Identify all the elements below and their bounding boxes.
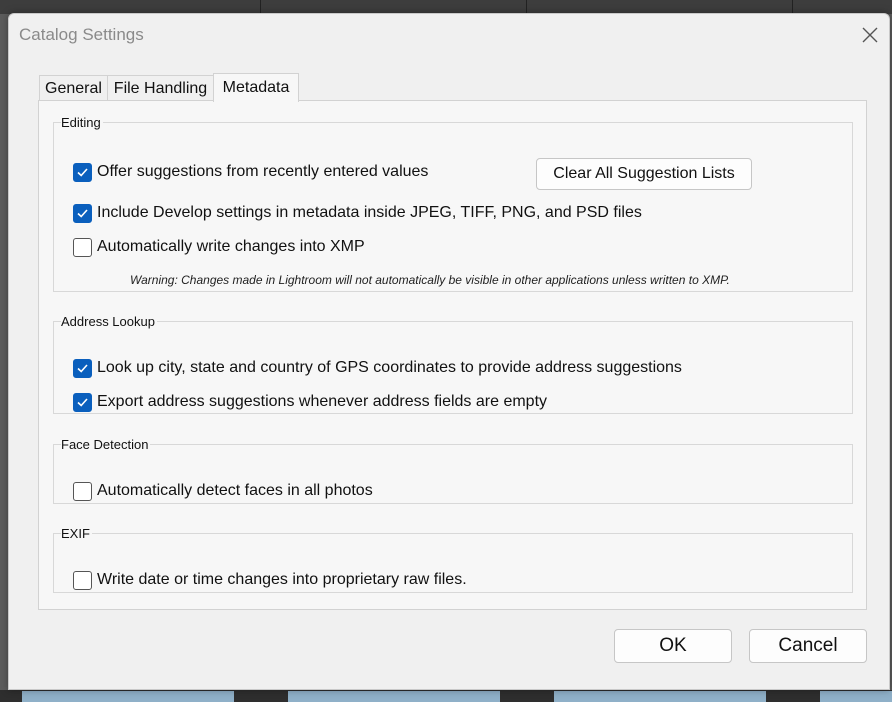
exif-legend: EXIF	[61, 526, 92, 541]
background-thumbnail	[820, 691, 892, 702]
background-app-top	[0, 0, 892, 14]
write-date-raw-checkbox[interactable]	[73, 571, 92, 590]
offer-suggestions-checkbox[interactable]	[73, 163, 92, 182]
background-thumbnail	[554, 691, 766, 702]
background-divider	[526, 0, 527, 14]
catalog-settings-dialog: Catalog Settings General File Handling M…	[8, 13, 890, 690]
background-divider	[260, 0, 261, 14]
face-detection-legend: Face Detection	[61, 437, 151, 452]
clear-suggestion-lists-button[interactable]: Clear All Suggestion Lists	[536, 158, 752, 190]
include-develop-label: Include Develop settings in metadata ins…	[97, 204, 642, 221]
address-lookup-legend: Address Lookup	[61, 314, 157, 329]
background-thumbnail	[22, 691, 234, 702]
auto-write-xmp-label: Automatically write changes into XMP	[97, 238, 365, 255]
background-thumbnail	[288, 691, 500, 702]
auto-detect-faces-checkbox[interactable]	[73, 482, 92, 501]
editing-legend: Editing	[61, 115, 103, 130]
auto-write-xmp-checkbox[interactable]	[73, 238, 92, 257]
export-address-checkbox[interactable]	[73, 393, 92, 412]
dialog-title: Catalog Settings	[19, 25, 144, 44]
checkmark-icon	[77, 209, 88, 218]
lookup-gps-checkbox[interactable]	[73, 359, 92, 378]
lookup-gps-label: Look up city, state and country of GPS c…	[97, 359, 682, 376]
checkmark-icon	[77, 168, 88, 177]
checkmark-icon	[77, 364, 88, 373]
cancel-button[interactable]: Cancel	[749, 629, 867, 663]
export-address-label: Export address suggestions whenever addr…	[97, 393, 548, 410]
tab-metadata[interactable]: Metadata	[213, 73, 299, 102]
close-icon	[862, 27, 878, 43]
xmp-warning-text: Warning: Changes made in Lightroom will …	[130, 273, 730, 287]
include-develop-checkbox[interactable]	[73, 204, 92, 223]
tab-general[interactable]: General	[39, 75, 108, 101]
auto-detect-faces-label: Automatically detect faces in all photos	[97, 482, 373, 499]
tab-file-handling[interactable]: File Handling	[107, 75, 214, 101]
ok-button[interactable]: OK	[614, 629, 732, 663]
close-button[interactable]	[855, 22, 885, 48]
checkmark-icon	[77, 398, 88, 407]
offer-suggestions-label: Offer suggestions from recently entered …	[97, 163, 429, 180]
background-app-bottom	[0, 690, 892, 702]
metadata-panel: Editing Offer suggestions from recently …	[38, 100, 867, 610]
write-date-raw-label: Write date or time changes into propriet…	[97, 571, 467, 588]
background-divider	[792, 0, 793, 14]
